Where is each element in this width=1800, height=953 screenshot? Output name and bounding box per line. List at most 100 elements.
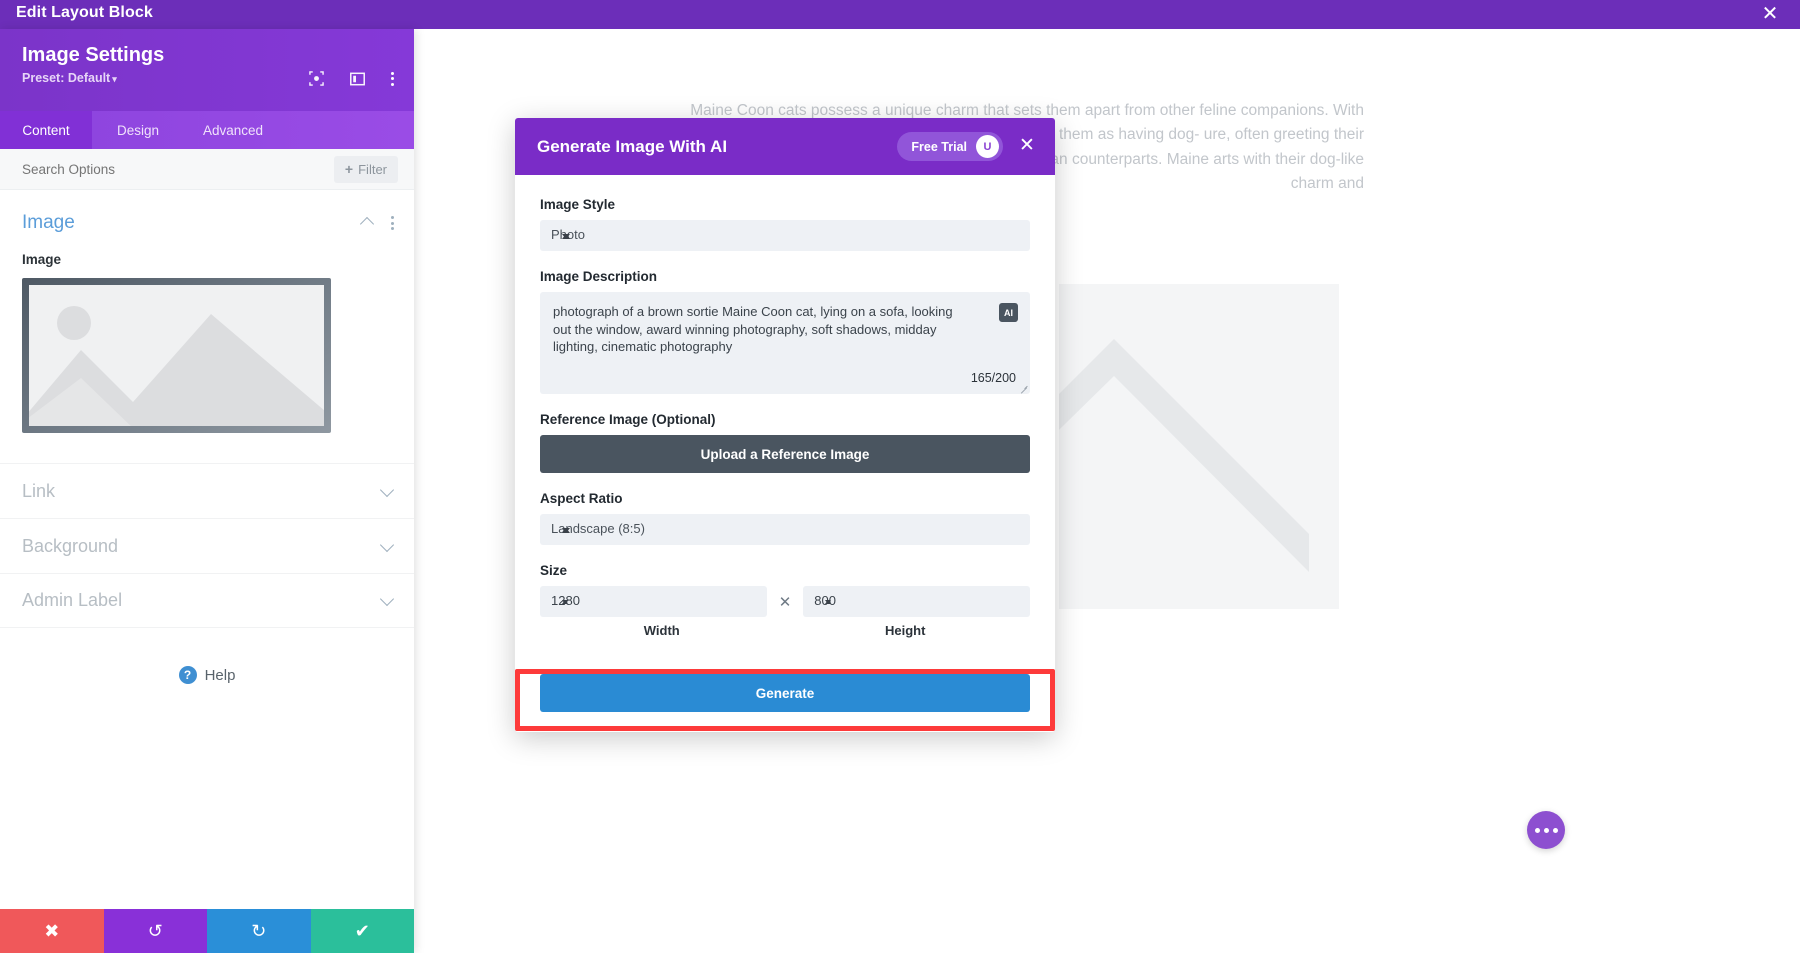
filter-button[interactable]: + Filter (334, 156, 398, 183)
chevron-down-icon[interactable] (381, 594, 394, 607)
image-description-textarea[interactable]: photograph of a brown sortie Maine Coon … (540, 292, 1030, 394)
aspect-ratio-select[interactable]: Landscape (8:5) (540, 514, 1030, 545)
panel-bottom-bar: ✖ ↺ ↻ ✔ (0, 909, 414, 953)
aspect-ratio-label: Aspect Ratio (540, 491, 1030, 506)
height-caption: Height (784, 623, 1028, 638)
modal-header: Generate Image With AI Free Trial U ✕ (515, 118, 1055, 175)
width-field-wrap: 1280 (540, 586, 767, 617)
kebab-menu-icon[interactable] (391, 216, 394, 230)
section-actions (361, 216, 394, 230)
accordion-label: Admin Label (22, 590, 122, 611)
undo-button[interactable]: ↺ (104, 909, 208, 953)
dot-icon (391, 227, 394, 230)
panel-header: Image Settings Preset: Default▾ (0, 29, 414, 111)
size-inputs-row: 1280 ✕ 800 (540, 586, 1030, 617)
image-style-select[interactable]: Photo (540, 220, 1030, 251)
dot-icon (1553, 828, 1558, 833)
reference-image-group: Reference Image (Optional) Upload a Refe… (540, 412, 1030, 473)
preset-label: Preset: Default (22, 71, 110, 85)
background-image-placeholder (1059, 284, 1339, 609)
top-bar: Edit Layout Block ✕ (0, 0, 1800, 29)
free-trial-badge[interactable]: Free Trial U (897, 132, 1003, 161)
dot-icon (391, 72, 394, 75)
tab-design[interactable]: Design (92, 111, 184, 149)
close-icon[interactable]: ✕ (1017, 137, 1037, 157)
dot-icon (391, 222, 394, 225)
height-input[interactable]: 800 (803, 586, 1030, 617)
modal-title: Generate Image With AI (537, 137, 897, 157)
dot-icon (1544, 828, 1549, 833)
dot-icon (391, 77, 394, 80)
close-icon[interactable]: ✕ (1760, 5, 1780, 25)
section-header-image[interactable]: Image (0, 190, 414, 252)
app-root: Edit Layout Block ✕ Maine Coon cats poss… (0, 0, 1800, 953)
accordion-label: Link (22, 481, 55, 502)
panel-tabs: Content Design Advanced (0, 111, 414, 149)
width-caption: Width (540, 623, 784, 638)
image-description-value: photograph of a brown sortie Maine Coon … (553, 303, 953, 356)
character-counter: 165/200 (971, 371, 1016, 385)
avatar[interactable]: U (976, 135, 999, 158)
section-title: Image (22, 212, 75, 234)
search-row: + Filter (0, 149, 414, 190)
aspect-ratio-group: Aspect Ratio Landscape (8:5) (540, 491, 1030, 545)
image-description-label: Image Description (540, 269, 1030, 284)
mountain-icon (29, 285, 324, 426)
help-label: Help (205, 667, 236, 684)
search-input[interactable] (22, 162, 334, 177)
free-trial-label: Free Trial (911, 140, 967, 154)
dot-icon (391, 216, 394, 219)
redo-button[interactable]: ↻ (207, 909, 311, 953)
dot-icon (1535, 828, 1540, 833)
reference-image-label: Reference Image (Optional) (540, 412, 1030, 427)
accordion-item-background[interactable]: Background (0, 518, 414, 573)
help-button[interactable]: ? Help (0, 666, 414, 684)
size-captions: Width Height (540, 623, 1030, 638)
image-description-group: Image Description photograph of a brown … (540, 269, 1030, 394)
settings-accordion: Link Background Admin Label (0, 463, 414, 628)
image-placeholder-icon (1059, 284, 1339, 609)
image-field-label: Image (0, 252, 414, 267)
accordion-label: Background (22, 536, 118, 557)
caret-down-icon (562, 528, 570, 533)
chevron-down-icon[interactable] (381, 485, 394, 498)
caret-down-icon (562, 234, 570, 239)
plus-icon: + (345, 161, 353, 177)
size-separator-icon: ✕ (777, 593, 794, 611)
chevron-down-icon: ▾ (112, 74, 117, 84)
generate-button[interactable]: Generate (540, 674, 1030, 712)
height-field-wrap: 800 (803, 586, 1030, 617)
resize-handle[interactable] (1019, 384, 1028, 393)
panel-header-actions (309, 71, 394, 86)
save-button[interactable]: ✔ (311, 909, 415, 953)
size-label: Size (540, 563, 1030, 578)
caret-down-icon (825, 600, 831, 604)
filter-label: Filter (358, 162, 387, 177)
help-icon: ? (179, 666, 197, 684)
kebab-menu-icon[interactable] (391, 72, 394, 86)
generate-image-modal: Generate Image With AI Free Trial U ✕ Im… (515, 118, 1055, 732)
width-input[interactable]: 1280 (540, 586, 767, 617)
accordion-item-link[interactable]: Link (0, 463, 414, 518)
tab-content[interactable]: Content (0, 111, 92, 149)
dot-icon (391, 83, 394, 86)
accordion-item-admin-label[interactable]: Admin Label (0, 573, 414, 628)
more-options-fab[interactable] (1527, 811, 1565, 849)
ai-assist-icon[interactable]: AI (999, 303, 1018, 322)
chevron-down-icon[interactable] (381, 540, 394, 553)
target-icon[interactable] (309, 71, 324, 86)
tab-advanced[interactable]: Advanced (184, 111, 282, 149)
caret-down-icon (562, 600, 568, 604)
layout-icon[interactable] (350, 72, 365, 86)
discard-button[interactable]: ✖ (0, 909, 104, 953)
image-thumbnail[interactable] (22, 278, 331, 433)
upload-reference-image-button[interactable]: Upload a Reference Image (540, 435, 1030, 473)
size-group: Size 1280 ✕ 800 (540, 563, 1030, 638)
image-style-label: Image Style (540, 197, 1030, 212)
page-title: Edit Layout Block (16, 4, 153, 22)
modal-footer: Generate (515, 656, 1055, 732)
settings-panel: Image Settings Preset: Default▾ (0, 29, 414, 953)
chevron-up-icon[interactable] (361, 217, 374, 230)
image-style-group: Image Style Photo (540, 197, 1030, 251)
panel-title: Image Settings (22, 43, 394, 67)
